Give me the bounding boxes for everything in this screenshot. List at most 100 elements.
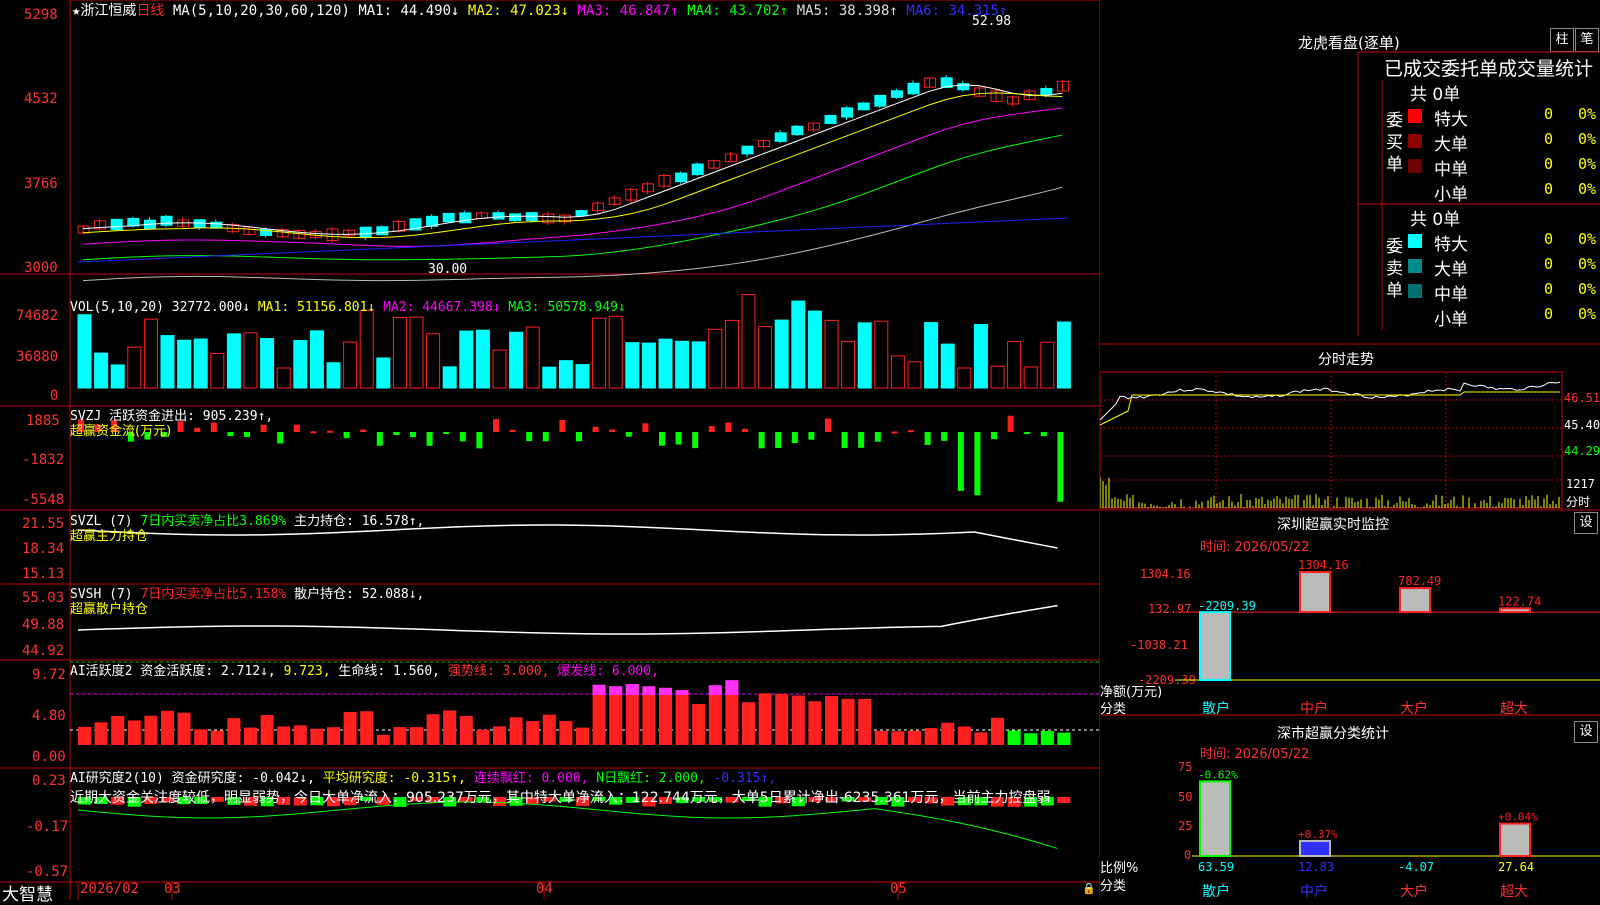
chart-frame: [69, 0, 1100, 883]
flow-bar: [260, 424, 267, 432]
volume-bar: [426, 333, 441, 389]
flow-bar: [426, 432, 433, 446]
row-name: 特大: [1434, 110, 1468, 130]
activity-bar: [111, 716, 125, 745]
row-name: 小单: [1434, 185, 1468, 205]
activity-bar: [393, 727, 407, 745]
activity-bar: [1040, 730, 1054, 745]
row-count: 0: [1544, 155, 1554, 173]
bar-mode-button[interactable]: 柱: [1550, 28, 1574, 52]
svzl-tick: 18.34: [22, 541, 65, 557]
svzj-sub: 超赢资金流(万元): [70, 424, 172, 439]
svsh-position: 散户持仓: 52.088↓,: [294, 587, 425, 602]
candle-body: [890, 90, 903, 98]
minute-vol-label: 1217: [1566, 477, 1595, 491]
activity-bar: [874, 730, 888, 745]
flow-bar: [991, 432, 997, 440]
stock-name[interactable]: 浙江恒威: [80, 3, 136, 19]
volume-bar: [724, 319, 739, 389]
minute-title: 分时走势: [1318, 352, 1374, 368]
flow-bar: [293, 424, 300, 432]
monitor-settings-button[interactable]: 设: [1574, 512, 1598, 534]
flow-bar: [625, 432, 632, 437]
row-name: 中单: [1434, 285, 1468, 305]
volume-bar: [226, 333, 241, 389]
volume-bar: [525, 326, 540, 389]
flow-bar: [825, 418, 831, 432]
activity-top: [675, 690, 689, 695]
flow-bar: [476, 432, 483, 449]
flow-bar: [244, 432, 250, 437]
row-pct: 0%: [1578, 105, 1597, 123]
classify-tick: 75: [1178, 760, 1193, 774]
svzj-tick: -1832: [22, 452, 65, 468]
activity-bar: [277, 726, 291, 745]
row-name: 小单: [1434, 310, 1468, 330]
vol-tick: 36880: [16, 349, 59, 365]
monitor-cat: 大户: [1400, 701, 1428, 717]
row-name: 大单: [1434, 260, 1468, 280]
flow-bar: [310, 431, 317, 434]
sell-row-m: 中单 0 0%: [1408, 280, 1600, 305]
lock-icon[interactable]: 🔒: [1082, 882, 1096, 895]
flow-bar: [1057, 432, 1064, 502]
dragon-subtitle: 已成交委托单成交量统计: [1384, 58, 1594, 80]
activity-bar: [426, 714, 440, 745]
flow-bar: [708, 426, 715, 432]
activity-bar: [227, 718, 241, 745]
svzl-ratio: 7日内买卖净占比3.869%: [140, 514, 287, 529]
row-pct: 0%: [1578, 155, 1597, 173]
flow-bar: [592, 426, 599, 432]
volume-bar: [791, 300, 806, 389]
activity-bar: [94, 722, 108, 745]
volume-bar: [160, 335, 175, 389]
color-swatch: [1408, 184, 1422, 198]
volume-bar: [77, 314, 92, 389]
volume-bar: [708, 328, 723, 389]
tick-mode-button[interactable]: 笔: [1575, 28, 1599, 52]
date-tick: 04: [536, 881, 553, 897]
kline-chart-area[interactable]: [0, 0, 1100, 900]
flow-bar: [277, 432, 284, 444]
flow-bar: [526, 432, 533, 442]
flow-bar: [360, 429, 367, 432]
dragon-title: 龙虎看盘(逐单): [1298, 34, 1400, 52]
svzl-sub: 超赢主力持仓: [70, 529, 149, 544]
activity-bar: [957, 726, 971, 745]
classify-tick: 0: [1184, 848, 1192, 862]
monitor-tick: 132.97: [1148, 602, 1192, 616]
classify-settings-button[interactable]: 设: [1574, 721, 1598, 743]
row-count: 0: [1544, 105, 1554, 123]
ai1-lifeline: 生命线: 1.560,: [338, 664, 441, 679]
classify-cat: 大户: [1400, 884, 1428, 900]
flow-bar: [559, 420, 566, 432]
volume-bar: [575, 364, 590, 389]
activity-bar: [941, 722, 955, 745]
flow-bar: [891, 431, 898, 434]
ma-params: MA(5,10,20,30,60,120): [172, 3, 350, 19]
volume-bar: [359, 309, 374, 389]
row-name: 中单: [1434, 160, 1468, 180]
candle-body: [857, 102, 870, 111]
flow-bar: [410, 432, 416, 438]
volume-bar: [957, 367, 972, 389]
period-label[interactable]: 日线: [136, 3, 164, 19]
ai2-red-cont: 连续飘红: 0.000,: [473, 771, 589, 786]
activity-bar: [194, 729, 208, 745]
sell-group-label: 委卖单: [1386, 237, 1403, 301]
flow-bar: [775, 432, 782, 448]
minute-tick: 46.51: [1564, 391, 1600, 405]
ai2-header: AI研究度2(10) 资金研究度: -0.042↓, 平均研究度: -0.315…: [70, 767, 776, 786]
volume-bar: [210, 352, 225, 389]
ma1-line: [82, 84, 1063, 235]
svsh-tick: 55.03: [22, 590, 65, 606]
activity-bar: [742, 702, 755, 745]
brand-logo[interactable]: 大智慧: [2, 880, 53, 905]
volume-bar: [758, 326, 773, 389]
activity-bar: [410, 727, 423, 745]
vol-label: VOL(5,10,20): [70, 300, 164, 315]
flow-bar: [941, 432, 948, 441]
activity-bar: [974, 732, 988, 745]
ai1-activity: 资金活跃度: 2.712↓,: [140, 664, 276, 679]
flow-bar: [194, 427, 201, 432]
